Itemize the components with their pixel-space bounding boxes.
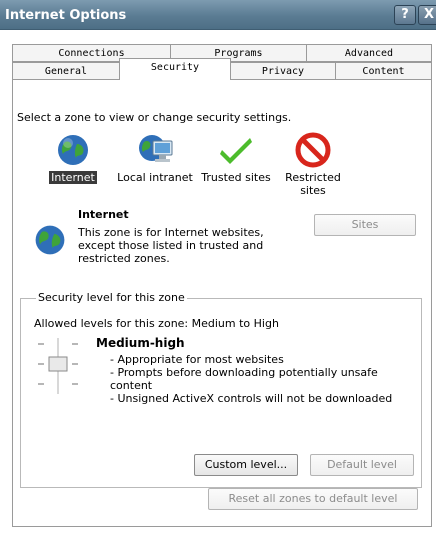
globe-icon <box>53 130 93 170</box>
zone-restricted-sites[interactable]: Restricted sites <box>282 130 344 197</box>
window-title: Internet Options <box>5 8 127 23</box>
security-level-legend: Security level for this zone <box>36 291 187 304</box>
tab-content[interactable]: Content <box>335 62 432 80</box>
level-bullet: - Appropriate for most websites <box>110 353 284 366</box>
close-button[interactable]: X <box>418 5 436 25</box>
zone-label-restricted-sites: Restricted sites <box>285 171 341 197</box>
reset-all-zones-button[interactable]: Reset all zones to default level <box>208 488 418 510</box>
restricted-icon <box>293 130 333 170</box>
sites-button[interactable]: Sites <box>314 214 416 236</box>
security-level-slider[interactable] <box>28 336 88 396</box>
default-level-button[interactable]: Default level <box>310 454 414 476</box>
custom-level-button[interactable]: Custom level... <box>194 454 298 476</box>
zone-description: This zone is for Internet websites, exce… <box>78 226 264 265</box>
zone-intro-text: Select a zone to view or change security… <box>17 111 292 124</box>
zone-title: Internet <box>78 208 129 221</box>
globe-icon <box>32 222 68 258</box>
tab-security[interactable]: Security <box>119 58 231 80</box>
reset-all-zones-label: Reset all zones to default level <box>228 492 398 505</box>
close-icon: X <box>423 7 435 22</box>
default-level-label: Default level <box>327 458 397 471</box>
allowed-levels-text: Allowed levels for this zone: Medium to … <box>34 317 279 330</box>
level-name: Medium-high <box>96 336 185 350</box>
tab-advanced[interactable]: Advanced <box>306 44 432 62</box>
help-icon: ? <box>401 7 409 22</box>
checkmark-icon <box>216 130 256 170</box>
sites-button-label: Sites <box>351 218 379 231</box>
title-bar[interactable]: Internet Options ? X <box>0 0 436 30</box>
custom-level-label: Custom level... <box>204 458 288 471</box>
level-description: - Appropriate for most websites - Prompt… <box>110 353 410 405</box>
level-bullet: - Prompts before downloading potentially… <box>110 366 378 392</box>
zone-local-intranet[interactable]: Local intranet <box>116 130 194 184</box>
zone-trusted-sites[interactable]: Trusted sites <box>199 130 273 184</box>
tab-general[interactable]: General <box>12 62 120 80</box>
zone-label-local-intranet: Local intranet <box>117 171 193 184</box>
tab-privacy[interactable]: Privacy <box>230 62 336 80</box>
intranet-icon <box>135 130 175 170</box>
help-button[interactable]: ? <box>394 5 416 25</box>
zone-internet[interactable]: Internet <box>48 130 98 184</box>
zone-label-internet: Internet <box>49 171 97 184</box>
level-bullet: - Unsigned ActiveX controls will not be … <box>110 392 393 405</box>
zone-label-trusted-sites: Trusted sites <box>201 171 271 184</box>
